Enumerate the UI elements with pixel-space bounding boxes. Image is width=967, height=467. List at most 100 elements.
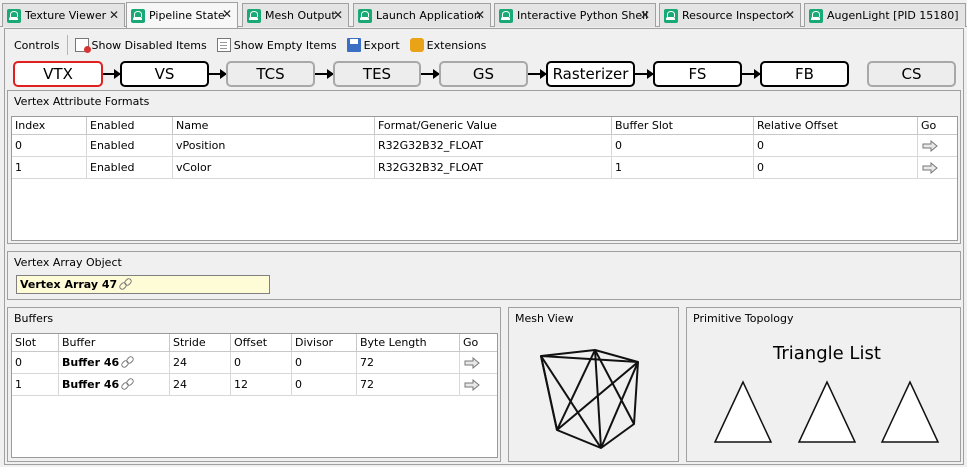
vertex-attributes-table: Index Enabled Name Format/Generic Value …: [11, 116, 958, 241]
close-icon[interactable]: ✕: [109, 9, 119, 21]
column-header[interactable]: Go: [460, 334, 497, 352]
buffer-link-label: Buffer 46: [62, 356, 120, 369]
mesh-wireframe-preview[interactable]: [535, 338, 645, 453]
stage-tes[interactable]: TES: [333, 61, 421, 87]
go-arrow-icon[interactable]: [922, 140, 938, 152]
cell-name: vPosition: [173, 135, 375, 157]
close-icon[interactable]: ✕: [333, 9, 343, 21]
cell-enabled: Enabled: [87, 157, 173, 179]
toolbar: Controls Show Disabled Items Show Empty …: [9, 33, 959, 57]
stage-label: TCS: [256, 65, 285, 83]
cell-index: 1: [12, 157, 87, 179]
column-header[interactable]: Offset: [231, 334, 292, 352]
table-header: Slot Buffer Stride Offset Divisor Byte L…: [12, 334, 497, 352]
column-header[interactable]: Stride: [170, 334, 231, 352]
mesh-view-group: Mesh View: [508, 307, 679, 462]
group-title: Mesh View: [515, 312, 574, 325]
flow-arrow: [742, 69, 761, 79]
close-icon[interactable]: ✕: [222, 8, 232, 20]
close-icon[interactable]: ✕: [640, 9, 650, 21]
tab-resource-inspector[interactable]: Resource Inspector ✕: [659, 3, 801, 27]
table-row[interactable]: 0 Enabled vPosition R32G32B32_FLOAT 0 0: [12, 135, 957, 157]
stage-label: VTX: [43, 65, 73, 83]
tab-texture-viewer[interactable]: Texture Viewer ✕: [2, 3, 125, 27]
go-arrow-icon[interactable]: [922, 162, 938, 174]
go-arrow-icon[interactable]: [464, 379, 480, 391]
go-arrow-icon[interactable]: [464, 357, 480, 369]
tab-app-icon: [358, 8, 372, 23]
close-icon[interactable]: ✕: [785, 9, 795, 21]
cell-relative-offset: 0: [754, 135, 918, 157]
tab-app-icon: [247, 8, 261, 23]
group-title: Buffers: [14, 312, 54, 325]
tab-app-icon: [499, 8, 513, 23]
cell-index: 0: [12, 135, 87, 157]
close-icon[interactable]: ✕: [475, 9, 485, 21]
vertex-array-link[interactable]: Vertex Array 47: [16, 275, 270, 294]
stage-cs[interactable]: CS: [867, 61, 956, 87]
column-header[interactable]: Go: [918, 117, 943, 135]
flow-arrow: [209, 69, 227, 79]
flow-arrow: [421, 69, 440, 79]
tab-app-icon: [131, 8, 145, 23]
table-row[interactable]: 1 Buffer 46 24 12 0 72: [12, 374, 497, 396]
column-header[interactable]: Buffer Slot: [612, 117, 754, 135]
column-header[interactable]: Divisor: [292, 334, 357, 352]
stage-vtx[interactable]: VTX: [13, 61, 103, 87]
stage-tcs[interactable]: TCS: [226, 61, 315, 87]
cell-buffer[interactable]: Buffer 46: [59, 352, 170, 374]
pipeline-state-panel: Controls Show Disabled Items Show Empty …: [4, 28, 964, 465]
column-header[interactable]: Buffer: [59, 334, 170, 352]
cell-offset: 0: [231, 352, 292, 374]
tab-app-icon: [7, 8, 21, 23]
link-icon: [119, 278, 132, 289]
cell-slot: 0: [12, 352, 59, 374]
tab-mesh-output[interactable]: Mesh Output ✕: [242, 3, 349, 27]
column-header[interactable]: Byte Length: [357, 334, 460, 352]
column-header[interactable]: Format/Generic Value: [375, 117, 612, 135]
table-row[interactable]: 0 Buffer 46 24 0 0 72: [12, 352, 497, 374]
tab-interactive-python-shell[interactable]: Interactive Python Shell ✕: [494, 3, 656, 27]
tab-launch-application[interactable]: Launch Application ✕: [353, 3, 491, 27]
show-empty-button[interactable]: Show Empty Items: [212, 34, 342, 56]
column-header[interactable]: Name: [173, 117, 375, 135]
flow-arrow: [315, 69, 334, 79]
save-icon: [346, 38, 361, 52]
cell-stride: 24: [170, 374, 231, 396]
tab-label: Mesh Output: [265, 9, 336, 22]
stage-vs[interactable]: VS: [120, 61, 209, 87]
topology-value: Triangle List: [773, 343, 881, 364]
table-row[interactable]: 1 Enabled vColor R32G32B32_FLOAT 1 0: [12, 157, 957, 179]
stage-fs[interactable]: FS: [653, 61, 742, 87]
column-header[interactable]: Slot: [12, 334, 59, 352]
tab-pipeline-state[interactable]: Pipeline State ✕: [126, 2, 238, 28]
controls-text: Controls: [14, 38, 60, 52]
flow-arrow: [635, 69, 654, 79]
group-title: Vertex Array Object: [14, 256, 122, 269]
tab-app-icon: [664, 8, 678, 23]
show-disabled-button[interactable]: Show Disabled Items: [70, 34, 212, 56]
column-header[interactable]: Index: [12, 117, 87, 135]
buffer-link-label: Buffer 46: [62, 378, 120, 391]
stage-gs[interactable]: GS: [439, 61, 528, 87]
cell-buffer[interactable]: Buffer 46: [59, 374, 170, 396]
stage-fb[interactable]: FB: [760, 61, 849, 87]
column-header[interactable]: Relative Offset: [754, 117, 918, 135]
tab-app-icon: [809, 8, 823, 23]
cell-enabled: Enabled: [87, 135, 173, 157]
triangle-list-icon: [713, 380, 940, 443]
cell-offset: 12: [231, 374, 292, 396]
export-button[interactable]: Export: [342, 34, 405, 56]
show-empty-label: Show Empty Items: [233, 38, 337, 52]
link-icon: [121, 356, 134, 367]
link-icon: [121, 378, 134, 389]
tab-label: Texture Viewer: [25, 9, 107, 22]
stage-rasterizer[interactable]: Rasterizer: [546, 61, 635, 87]
buffers-table: Slot Buffer Stride Offset Divisor Byte L…: [11, 333, 498, 458]
extensions-button[interactable]: Extensions: [405, 34, 492, 56]
column-header[interactable]: Enabled: [87, 117, 173, 135]
group-title: Vertex Attribute Formats: [14, 95, 150, 108]
group-title: Primitive Topology: [693, 312, 794, 325]
buffers-group: Buffers Slot Buffer Stride Offset Diviso…: [7, 307, 501, 462]
tab-augenlight[interactable]: AugenLight [PID 15180]: [804, 3, 966, 27]
